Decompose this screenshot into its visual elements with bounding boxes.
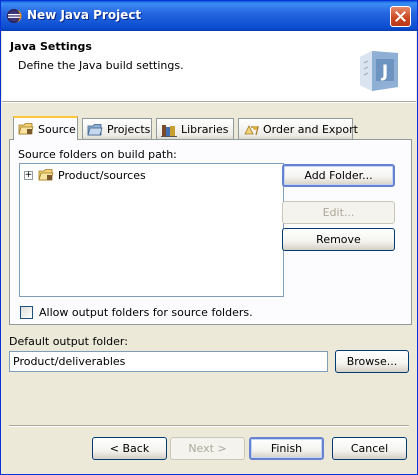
close-icon [395, 11, 406, 22]
cancel-button[interactable]: Cancel [332, 437, 407, 460]
add-folder-button[interactable]: Add Folder... [282, 164, 395, 187]
footer-separator [9, 425, 409, 427]
source-folder-icon [18, 123, 34, 135]
back-button[interactable]: < Back [92, 437, 167, 460]
svg-text:J: J [381, 62, 388, 82]
source-folder-icon [38, 169, 54, 181]
expand-icon[interactable]: + [24, 170, 33, 180]
allow-output-folders-label: Allow output folders for source folders. [39, 306, 253, 319]
tree-item[interactable]: + Product/sources [24, 167, 146, 183]
source-tab-panel: Source folders on build path: + Product/… [9, 139, 412, 325]
tab-libraries-label: Libraries [181, 123, 229, 136]
default-output-folder-label: Default output folder: [9, 335, 128, 348]
wizard-banner: Java Settings Define the Java build sett… [2, 31, 416, 102]
allow-output-folders-checkbox[interactable] [20, 306, 33, 319]
tab-libraries[interactable]: Libraries [156, 118, 234, 140]
order-export-icon [244, 124, 259, 135]
browse-button[interactable]: Browse... [335, 350, 409, 373]
next-button[interactable]: Next > [170, 437, 245, 460]
source-folders-tree[interactable]: + Product/sources [19, 163, 284, 297]
tree-item-label: Product/sources [58, 168, 146, 182]
banner-separator [2, 102, 416, 103]
source-folders-label: Source folders on build path: [18, 148, 177, 161]
tab-source-label: Source [38, 122, 76, 136]
default-output-folder-input[interactable] [9, 351, 328, 372]
remove-button[interactable]: Remove [282, 228, 395, 251]
finish-button[interactable]: Finish [249, 437, 324, 460]
eclipse-icon [7, 9, 22, 23]
window-title: New Java Project [27, 8, 142, 22]
tab-source[interactable]: Source [13, 116, 78, 140]
close-button[interactable] [390, 6, 411, 27]
allow-output-folders-option[interactable]: Allow output folders for source folders. [20, 306, 253, 319]
edit-button[interactable]: Edit... [282, 201, 395, 224]
page-description: Define the Java build settings. [18, 59, 184, 72]
title-bar[interactable]: New Java Project [1, 1, 417, 31]
tab-order-and-export[interactable]: Order and Export [238, 118, 358, 140]
libraries-icon [161, 124, 177, 137]
projects-icon [87, 123, 103, 135]
tab-projects-label: Projects [107, 123, 151, 136]
java-project-wizard-icon: J [360, 51, 398, 91]
tab-order-and-export-label: Order and Export [263, 123, 358, 136]
new-java-project-dialog: New Java Project Java Settings Define th… [0, 0, 418, 475]
tab-projects[interactable]: Projects [82, 118, 152, 140]
page-title: Java Settings [10, 40, 92, 53]
